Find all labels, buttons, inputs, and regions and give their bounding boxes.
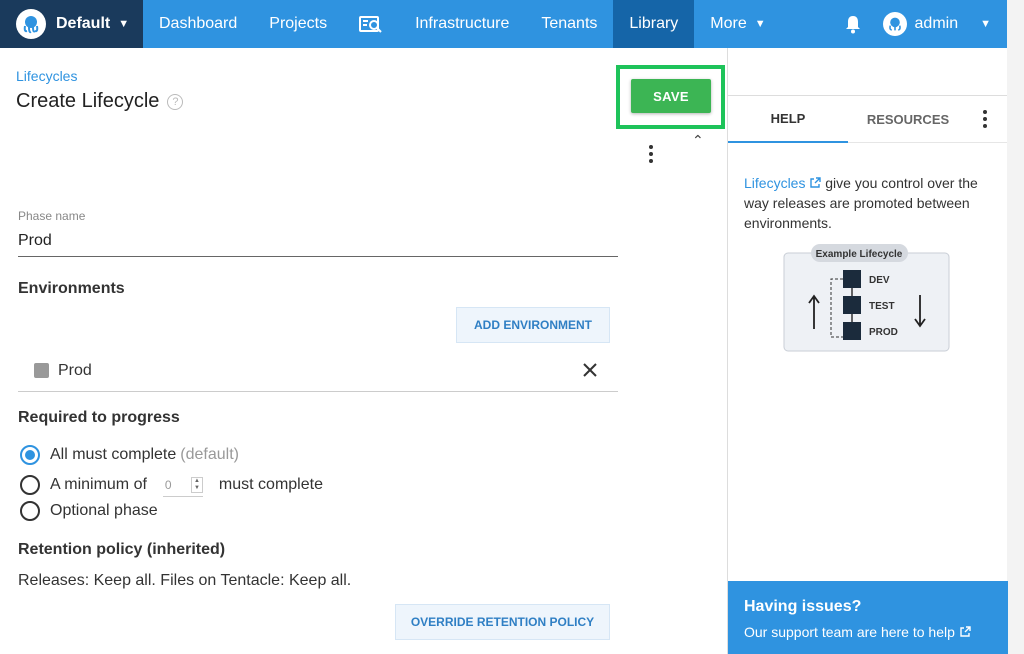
page-title-text: Create Lifecycle: [16, 90, 160, 112]
side-tabs: HELP RESOURCES: [728, 96, 1007, 143]
support-box: Having issues? Our support team are here…: [728, 581, 1008, 654]
option-optional-label: Optional phase: [50, 502, 158, 519]
support-link[interactable]: Our support team are here to help: [744, 624, 971, 640]
phase-name-label: Phase name: [18, 209, 86, 223]
breadcrumb[interactable]: Lifecycles: [16, 68, 77, 84]
retention-text: Releases: Keep all. Files on Tentacle: K…: [18, 572, 352, 589]
option-minimum[interactable]: A minimum of 0 ▲ ▼ must complete: [20, 473, 323, 497]
nav-infrastructure[interactable]: Infrastructure: [399, 0, 525, 48]
help-icon[interactable]: ?: [167, 93, 184, 110]
minimum-stepper[interactable]: 0 ▲ ▼: [162, 473, 203, 497]
nav-projects[interactable]: Projects: [253, 0, 343, 48]
environment-row: Prod: [18, 350, 618, 392]
support-title: Having issues?: [744, 598, 862, 615]
help-side-panel: HELP RESOURCES Lifecycles give you contr…: [727, 48, 1008, 654]
diagram-stage-test: TEST: [869, 301, 895, 312]
nav-more-label: More: [710, 15, 747, 32]
radio-icon[interactable]: [20, 475, 40, 495]
environment-icon: [34, 363, 49, 378]
help-text: Lifecycles give you control over the way…: [744, 173, 999, 233]
phase-name-underline: [18, 256, 618, 257]
diagram-stage-dev: DEV: [869, 275, 890, 286]
spinner-icon[interactable]: ▲ ▼: [190, 476, 203, 493]
space-name: Default: [56, 15, 111, 32]
option-all-note: (default): [180, 446, 239, 463]
nav-search-icon[interactable]: [343, 0, 399, 48]
nav-dashboard[interactable]: Dashboard: [143, 0, 253, 48]
save-button[interactable]: SAVE: [631, 79, 711, 113]
option-optional[interactable]: Optional phase: [20, 501, 158, 521]
option-min-suffix: must complete: [218, 476, 323, 493]
chevron-down-icon: ▼: [754, 18, 766, 30]
option-all-must-complete[interactable]: All must complete (default): [20, 445, 239, 465]
diagram-title: Example Lifecycle: [816, 249, 903, 260]
example-lifecycle-diagram: Example Lifecycle DEV TEST PROD: [783, 244, 950, 352]
support-link-text: Our support team are here to help: [744, 624, 955, 640]
environments-heading: Environments: [18, 280, 125, 297]
bell-icon[interactable]: [833, 0, 873, 48]
nav-tenants[interactable]: Tenants: [525, 0, 613, 48]
scrollbar-track[interactable]: [1007, 0, 1024, 654]
override-retention-button[interactable]: OVERRIDE RETENTION POLICY: [395, 604, 610, 640]
external-link-icon: [810, 177, 822, 188]
diagram-stage-prod: PROD: [869, 327, 898, 338]
radio-icon[interactable]: [20, 501, 40, 521]
more-options-icon[interactable]: [983, 110, 987, 128]
close-icon[interactable]: [580, 360, 600, 380]
chevron-up-icon[interactable]: ⌃: [692, 132, 704, 149]
environment-name: Prod: [58, 361, 92, 379]
lifecycles-link-text: Lifecycles: [744, 175, 806, 191]
phase-name-input[interactable]: Prod: [18, 232, 52, 250]
retention-heading: Retention policy (inherited): [18, 541, 226, 558]
side-panel-header: [728, 48, 1007, 96]
chevron-down-icon: ▼: [980, 18, 991, 30]
minimum-value: 0: [164, 477, 172, 492]
user-menu[interactable]: admin ▼: [873, 0, 1007, 48]
page-title: Create Lifecycle ?: [16, 90, 184, 113]
tab-resources[interactable]: RESOURCES: [848, 96, 968, 143]
external-link-icon: [960, 626, 971, 637]
nav-more[interactable]: More ▼: [694, 0, 781, 48]
option-all-label: All must complete: [50, 446, 177, 463]
more-options-icon[interactable]: [644, 144, 658, 164]
lifecycles-help-link[interactable]: Lifecycles: [744, 175, 822, 191]
add-environment-button[interactable]: ADD ENVIRONMENT: [456, 307, 610, 343]
radio-checked-icon[interactable]: [20, 445, 40, 465]
top-nav: Default ▼ Dashboard Projects Infrastruct…: [0, 0, 1007, 48]
user-name: admin: [914, 15, 959, 32]
octopus-logo-icon: [16, 9, 46, 39]
chevron-down-icon: ▼: [118, 18, 130, 30]
space-switcher[interactable]: Default ▼: [0, 0, 143, 48]
nav-library[interactable]: Library: [613, 0, 695, 48]
tab-help[interactable]: HELP: [728, 96, 848, 143]
avatar: [882, 12, 907, 36]
option-min-prefix: A minimum of: [50, 476, 147, 493]
progress-heading: Required to progress: [18, 409, 180, 426]
